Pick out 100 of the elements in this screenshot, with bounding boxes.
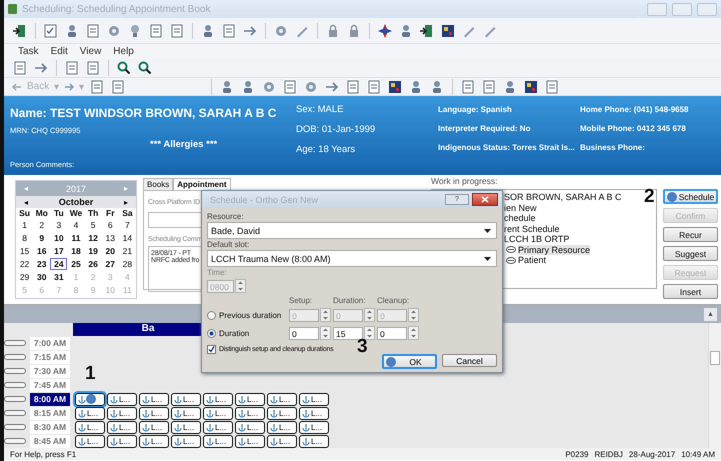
time-slot-label[interactable]: 7:15 AM <box>30 350 70 364</box>
menu-item[interactable]: Help <box>113 46 134 57</box>
radio-button[interactable] <box>207 328 216 338</box>
calendar-day[interactable]: 30 <box>33 271 50 283</box>
calendar-day[interactable]: 21 <box>118 245 136 257</box>
appointment-slot[interactable]: L... <box>299 420 329 434</box>
grid-icon[interactable] <box>440 22 456 38</box>
appointment-slot[interactable]: L... <box>171 420 201 434</box>
spinner-icon[interactable] <box>235 279 246 293</box>
calendar-day[interactable]: 19 <box>84 245 102 257</box>
document-icon[interactable] <box>64 60 80 76</box>
document-icon[interactable] <box>89 78 106 94</box>
calendar-day[interactable]: 29 <box>16 271 34 283</box>
dropdown-caret-icon[interactable] <box>484 228 491 232</box>
time-slot-label[interactable]: 8:00 AM <box>30 392 70 406</box>
spinner-icon[interactable] <box>408 308 419 322</box>
appointment-slot[interactable]: L... <box>75 420 105 434</box>
appointment-slot[interactable] <box>75 392 105 406</box>
appointment-slot[interactable]: L... <box>267 434 297 448</box>
tree-item[interactable]: SOR BROWN, SARAH A B C <box>504 192 622 202</box>
calendar-day[interactable]: 6 <box>102 219 119 231</box>
checklist-icon[interactable] <box>43 22 59 38</box>
action-button[interactable]: Recur <box>663 227 718 242</box>
calendar-day[interactable]: 31 <box>50 271 68 283</box>
tree-item[interactable]: Patient <box>518 255 546 266</box>
spinner-icon[interactable] <box>320 326 331 340</box>
grid-icon[interactable] <box>523 78 540 94</box>
document-icon[interactable] <box>85 22 101 38</box>
tree-item[interactable]: chedule <box>504 213 536 224</box>
appointment-slot[interactable]: L... <box>299 392 329 406</box>
close-icon[interactable] <box>481 196 489 203</box>
slot-dropdown[interactable]: LCCH Trauma New (8:00 AM) <box>207 250 497 267</box>
appointment-slot[interactable]: L... <box>171 392 201 406</box>
menu-item[interactable]: Task <box>18 46 39 57</box>
appointment-slot[interactable]: L... <box>203 392 233 406</box>
document-icon[interactable] <box>282 78 298 94</box>
appointment-slot[interactable]: L... <box>235 392 265 406</box>
spinner-icon[interactable] <box>364 308 375 322</box>
exit-door-icon[interactable] <box>12 22 28 38</box>
calendar-day[interactable]: 8 <box>16 232 34 244</box>
appointment-slot[interactable]: L... <box>171 434 201 448</box>
calendar-day[interactable]: 15 <box>16 245 34 257</box>
tree-item[interactable]: rent Schedule <box>504 224 560 234</box>
document-icon[interactable] <box>345 78 362 94</box>
time-slot-label[interactable]: 8:45 AM <box>30 434 70 448</box>
appointment-slot[interactable]: L... <box>75 406 105 420</box>
appointment-slot[interactable]: L... <box>267 406 297 420</box>
calendar-day[interactable]: 23 <box>33 258 50 270</box>
calendar-day[interactable]: 4 <box>67 219 85 231</box>
zoom-in-icon[interactable] <box>116 60 132 76</box>
calendar-day[interactable]: 7 <box>118 219 136 231</box>
time-slot-label[interactable]: 7:00 AM <box>30 336 70 350</box>
tree-item[interactable]: Primary Resource <box>518 244 590 255</box>
appointment-slot[interactable]: L... <box>107 406 137 420</box>
calendar-day[interactable]: 5 <box>84 219 102 231</box>
appointment-slot[interactable]: L... <box>139 392 169 406</box>
appointment-slot[interactable]: L... <box>235 420 265 434</box>
menu-item[interactable]: Edit <box>50 46 68 57</box>
spin-field[interactable]: 0 <box>289 326 319 340</box>
document-icon[interactable] <box>148 22 164 38</box>
prev-month-arrow[interactable]: ◂ <box>24 198 28 206</box>
appointment-slot[interactable]: L... <box>299 406 329 420</box>
calendar-day[interactable]: 12 <box>84 232 102 244</box>
calendar-day[interactable]: 16 <box>33 245 50 257</box>
menu-item[interactable]: View <box>80 46 102 57</box>
checkbox[interactable] <box>207 345 216 354</box>
appointment-slot[interactable]: L... <box>139 406 169 420</box>
action-button[interactable]: Suggest <box>663 246 718 261</box>
next-month-arrow[interactable]: ▸ <box>124 198 128 206</box>
tab[interactable]: Appointment <box>173 178 231 190</box>
calendar-day[interactable]: 26 <box>84 258 102 270</box>
scrollbar[interactable] <box>708 323 721 448</box>
spinner-icon[interactable] <box>320 308 331 322</box>
calendar-day[interactable]: 28 <box>118 258 136 270</box>
appointment-slot[interactable]: L... <box>139 434 169 448</box>
document-icon[interactable] <box>460 78 476 94</box>
appointment-slot[interactable]: L... <box>299 434 329 448</box>
appointment-slot[interactable]: L... <box>267 392 297 406</box>
calendar-day[interactable]: 25 <box>67 258 85 270</box>
appointment-slot[interactable]: L... <box>139 420 169 434</box>
resource-dropdown[interactable]: Bade, David <box>207 222 497 239</box>
forward-arrow-icon[interactable] <box>64 82 74 90</box>
spin-field[interactable]: 0 <box>377 326 407 340</box>
document-icon[interactable] <box>12 60 28 76</box>
zoom-out-icon[interactable] <box>137 60 153 76</box>
calendar-day[interactable]: 22 <box>16 258 34 270</box>
document-icon[interactable] <box>85 60 101 76</box>
calendar-day[interactable]: 24 <box>50 258 68 270</box>
tree-item[interactable]: LCCH 1B ORTP <box>504 234 570 244</box>
time-slot-label[interactable]: 7:45 AM <box>30 378 70 392</box>
dropdown-caret-icon[interactable] <box>484 256 491 260</box>
action-button[interactable]: Insert <box>663 284 718 299</box>
calendar-day[interactable]: 13 <box>102 232 119 244</box>
appointment-slot[interactable]: L... <box>75 434 105 448</box>
calendar-day[interactable]: 14 <box>118 232 136 244</box>
calendar-day[interactable]: 2 <box>33 219 50 231</box>
appointment-slot[interactable]: L... <box>235 406 265 420</box>
action-button[interactable]: Schedule <box>663 189 718 204</box>
calendar-day[interactable]: 27 <box>102 258 119 270</box>
calendar-day[interactable]: 9 <box>33 232 50 244</box>
